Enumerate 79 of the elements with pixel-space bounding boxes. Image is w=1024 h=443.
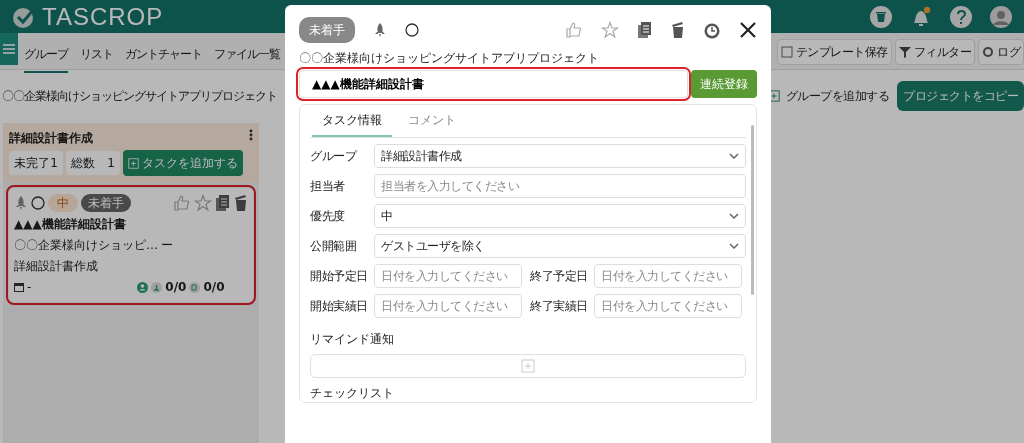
chevron-down-icon	[729, 153, 739, 159]
close-icon[interactable]	[739, 21, 757, 39]
select-field[interactable]: 中	[374, 204, 746, 228]
checklist-count: 0/0	[203, 279, 225, 296]
priority-tag: 中	[48, 194, 78, 212]
add-task-button[interactable]: タスクを追加する	[123, 150, 243, 176]
toolbar-button[interactable]: フィルター	[894, 39, 975, 65]
project-title: 〇〇企業様向けショッピングサイトアプリプロジェクト	[2, 88, 277, 105]
star-icon[interactable]	[601, 21, 619, 39]
person-icon	[137, 281, 149, 293]
copy-project-button[interactable]: プロジェクトをコピー	[897, 81, 1024, 111]
toolbar-button[interactable]: テンプレート保存	[776, 39, 892, 65]
more-icon[interactable]	[249, 129, 253, 141]
select-field[interactable]: 詳細設計書作成	[374, 144, 746, 168]
field-label: 公開範囲	[310, 238, 357, 255]
template-icon	[780, 46, 793, 58]
date-field[interactable]: 日付を入力してください	[374, 294, 522, 318]
due-date: -	[27, 279, 32, 296]
field-label: グループ	[310, 148, 358, 165]
select-field[interactable]: ゲストユーザを除く	[374, 234, 746, 258]
copy-icon[interactable]	[215, 194, 231, 212]
thumbs-up-icon[interactable]	[565, 21, 583, 39]
menu-button[interactable]	[0, 33, 18, 65]
task-project: 〇〇企業様向けショッピ…	[14, 237, 158, 254]
trash-icon[interactable]	[234, 194, 248, 212]
logo-text: TASCROP	[42, 4, 164, 29]
status-tag: 未着手	[81, 194, 131, 212]
project-name: 〇〇企業様向けショッピングサイトアプリプロジェクト	[299, 50, 600, 67]
subtask-icon	[151, 281, 163, 293]
date-field[interactable]: 日付を入力してください	[594, 264, 742, 288]
toolbar-button[interactable]: ログ	[978, 39, 1024, 65]
task-group: 詳細設計書作成	[14, 257, 98, 275]
stat-label: 未完了	[14, 155, 50, 172]
trash-icon[interactable]	[671, 21, 685, 39]
subtask-count: 0/0	[165, 279, 187, 296]
field-label: 終了実績日	[530, 298, 589, 315]
field-label: 開始実績日	[310, 298, 369, 315]
stat-label: 総数	[71, 155, 95, 172]
circle-icon[interactable]	[31, 196, 45, 210]
field-label: 担当者	[310, 178, 346, 195]
circle-icon[interactable]	[405, 23, 419, 37]
section-label: チェックリスト	[310, 385, 395, 402]
group-name: 詳細設計書作成	[9, 130, 93, 147]
filter-icon	[898, 46, 911, 58]
tab[interactable]: コメント	[398, 105, 466, 137]
stat-value: 1	[50, 155, 58, 172]
date-field[interactable]: 日付を入力してください	[594, 294, 742, 318]
field-label: 終了予定日	[530, 268, 589, 285]
chevron-down-icon	[729, 213, 739, 219]
chevron-down-icon	[729, 243, 739, 249]
tab[interactable]: リスト	[80, 45, 113, 73]
tab[interactable]: ファイル一覧	[214, 45, 280, 73]
menu-icon[interactable]	[3, 44, 15, 54]
status-tag: 未着手	[299, 17, 355, 43]
star-icon[interactable]	[194, 194, 212, 212]
field-label: 開始予定日	[310, 268, 369, 285]
tab[interactable]: ガントチャート	[125, 45, 202, 73]
scrollbar[interactable]	[751, 125, 754, 295]
copy-icon[interactable]	[637, 21, 653, 39]
tab[interactable]: タスク情報	[312, 105, 392, 137]
timer-icon[interactable]	[703, 21, 721, 39]
input-field[interactable]: 担当者を入力してください	[374, 174, 746, 198]
field-label: 優先度	[310, 208, 346, 225]
help-icon[interactable]	[950, 5, 972, 28]
calendar-icon	[14, 282, 24, 292]
rocket-icon[interactable]	[373, 22, 387, 38]
title-input[interactable]: ▲▲▲機能詳細設計書	[299, 70, 688, 98]
trash-icon[interactable]	[870, 5, 892, 28]
separator-text: ー	[161, 237, 173, 254]
avatar-icon[interactable]	[990, 5, 1012, 28]
stat-value: 1	[107, 155, 115, 172]
tab[interactable]: グループ	[24, 45, 68, 73]
task-title: ▲▲▲機能詳細設計書	[14, 216, 127, 233]
log-icon	[982, 46, 994, 58]
task-card[interactable]: 中 未着手 ▲▲▲機能詳細設計書 〇〇企業様向けショッピ… ー 詳細設計書作成 - 0/0 0/0	[9, 188, 253, 302]
date-field[interactable]: 日付を入力してください	[374, 264, 522, 288]
thumbs-up-icon[interactable]	[173, 194, 191, 212]
section-label: リマインド通知	[310, 331, 395, 348]
checklist-icon	[189, 281, 201, 293]
